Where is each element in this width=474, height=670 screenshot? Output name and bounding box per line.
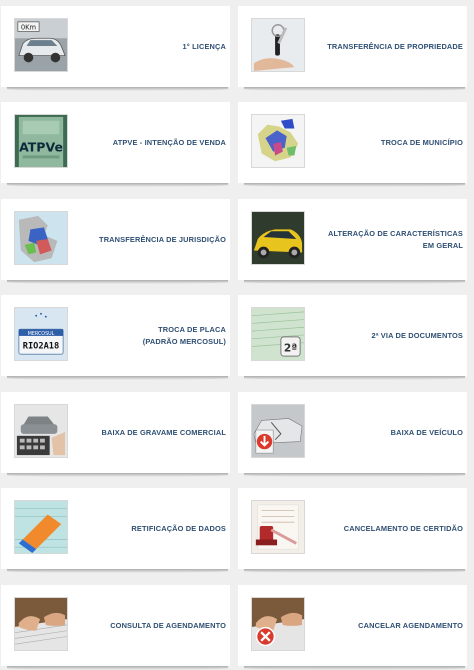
service-card-cancelar-agendamento[interactable]: CANCELAR AGENDAMENTO [238,585,467,670]
service-card-transferencia-propriedade[interactable]: TRANSFERÊNCIA DE PROPRIEDADE [238,6,467,91]
service-label: ALTERAÇÃO DE CARACTERÍSTICAS EM GERAL [327,228,463,250]
jurisdiction-map-icon [14,211,68,265]
service-card-cancelamento-certidao[interactable]: CANCELAMENTO DE CERTIDÃO [238,488,467,573]
service-card-baixa-gravame[interactable]: BAIXA DE GRAVAME COMERCIAL [1,392,230,477]
service-card-atpve[interactable]: ATPVe ATPVE - INTENÇÃO DE VENDA [1,102,230,187]
service-label: 1° LICENÇA [182,41,226,51]
mercosul-plate-icon: MERCOSUL RIO2A18 [14,307,68,361]
car-keys-icon [251,18,305,72]
service-label: ATPVE - INTENÇÃO DE VENDA [112,137,226,147]
service-label: RETIFICAÇÃO DE DADOS [131,523,226,533]
service-card-segunda-via[interactable]: 2ª 2ª VIA DE DOCUMENTOS [238,295,467,380]
duplicate-document-icon: 2ª [251,307,305,361]
service-label: BAIXA DE VEÍCULO [390,427,463,437]
svg-text:ATPVe: ATPVe [19,140,63,155]
svg-text:0Km: 0Km [21,24,36,32]
service-card-troca-placa[interactable]: MERCOSUL RIO2A18 TROCA DE PLACA (PADRÃO … [1,295,230,380]
stamp-icon [251,500,305,554]
calculator-car-icon [14,404,68,458]
wrecked-car-icon [251,404,305,458]
yellow-car-icon [251,211,305,265]
svg-text:MERCOSUL: MERCOSUL [28,331,55,337]
service-card-consulta-agendamento[interactable]: CONSULTA DE AGENDAMENTO [1,585,230,670]
service-card-baixa-veiculo[interactable]: BAIXA DE VEÍCULO [238,392,467,477]
service-card-troca-municipio[interactable]: TROCA DE MUNICÍPIO [238,102,467,187]
eraser-form-icon [14,500,68,554]
service-label: TRANSFERÊNCIA DE PROPRIEDADE [327,41,463,51]
service-card-transferencia-jurisdicao[interactable]: TRANSFERÊNCIA DE JURISDIÇÃO [1,199,230,284]
service-label: 2ª VIA DE DOCUMENTOS [371,330,463,340]
keyboard-hands-icon [14,597,68,651]
atpve-document-icon: ATPVe [14,114,68,168]
svg-text:2ª: 2ª [284,342,297,354]
service-card-retificacao[interactable]: RETIFICAÇÃO DE DADOS [1,488,230,573]
new-car-icon: 0Km [14,18,68,72]
service-label: CONSULTA DE AGENDAMENTO [110,620,226,630]
service-label: TROCA DE PLACA (PADRÃO MERCOSUL) [142,324,226,346]
service-label: TROCA DE MUNICÍPIO [380,137,463,147]
service-label: TRANSFERÊNCIA DE JURISDIÇÃO [99,234,226,244]
services-grid: 0Km 1° LICENÇA TRANSFERÊNCIA DE PROPRIED… [0,0,474,670]
service-card-alteracao-caracteristicas[interactable]: ALTERAÇÃO DE CARACTERÍSTICAS EM GERAL [238,199,467,284]
service-label: CANCELAMENTO DE CERTIDÃO [343,523,463,533]
service-label: CANCELAR AGENDAMENTO [358,620,463,630]
service-label: BAIXA DE GRAVAME COMERCIAL [101,427,226,437]
service-card-primeira-licenca[interactable]: 0Km 1° LICENÇA [1,6,230,91]
svg-text:RIO2A18: RIO2A18 [23,341,59,351]
municipality-map-icon [251,114,305,168]
cancel-keyboard-icon [251,597,305,651]
